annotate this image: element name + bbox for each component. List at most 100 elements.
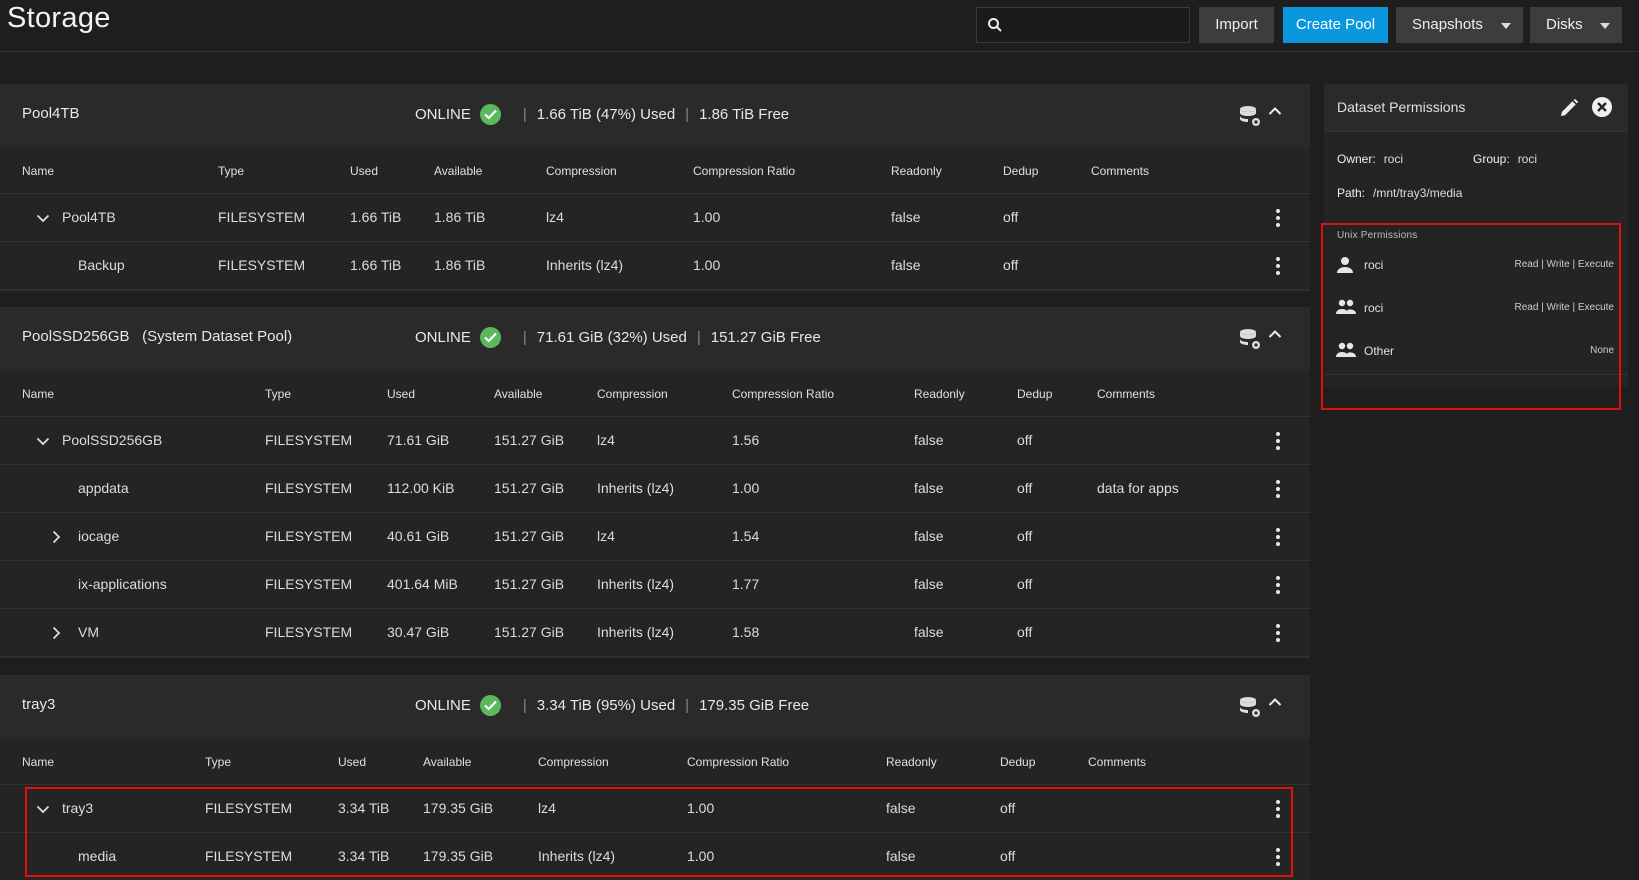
online-check-icon [479,327,501,348]
more-vert-icon[interactable] [1276,624,1280,642]
cell-available: 151.27 GiB [494,576,565,592]
owner-label: Owner: [1337,152,1376,166]
collapse-chevron-icon[interactable] [1268,106,1282,116]
table-header: Name Type Used Available Compression Com… [0,148,1310,194]
more-vert-icon[interactable] [1276,848,1280,866]
col-comments[interactable]: Comments [1088,755,1146,769]
cell-ratio: 1.56 [732,432,760,448]
cell-compression: Inherits (lz4) [597,480,675,496]
col-readonly[interactable]: Readonly [891,164,942,178]
pool-free: 179.35 GiB Free [699,697,810,714]
col-compression[interactable]: Compression [597,387,668,401]
owner-value: roci [1383,152,1404,166]
dataset-permissions-panel: Dataset Permissions Owner: roci Group: roc… [1324,84,1628,387]
edit-pencil-icon[interactable] [1559,98,1579,118]
cell-dedup: off [1000,800,1016,816]
col-readonly[interactable]: Readonly [914,387,965,401]
col-dedup[interactable]: Dedup [1003,164,1038,178]
table-row[interactable]: Pool4TB FILESYSTEM 1.66 TiB 1.86 TiB lz4… [0,194,1310,242]
cell-ratio: 1.54 [732,528,760,544]
page-title: Storage [7,2,111,34]
table-row[interactable]: tray3 FILESYSTEM 3.34 TiB 179.35 GiB lz4… [0,785,1310,833]
pool-settings-icon[interactable] [1238,327,1262,351]
chevron-down-icon[interactable] [36,805,50,814]
table-row[interactable]: media FILESYSTEM 3.34 TiB 179.35 GiB Inh… [0,833,1310,880]
more-vert-icon[interactable] [1276,209,1280,227]
more-vert-icon[interactable] [1276,480,1280,498]
col-available[interactable]: Available [494,387,542,401]
close-icon[interactable] [1592,97,1612,117]
more-vert-icon[interactable] [1276,432,1280,450]
disks-button[interactable]: Disks [1530,7,1622,43]
chevron-down-icon[interactable] [36,437,50,446]
table-row[interactable]: appdata FILESYSTEM 112.00 KiB 151.27 GiB… [0,465,1310,513]
pool-settings-icon[interactable] [1238,104,1262,128]
cell-available: 151.27 GiB [494,480,565,496]
pool-status-label: ONLINE [415,697,471,714]
col-compression[interactable]: Compression [546,164,617,178]
col-available[interactable]: Available [423,755,471,769]
col-available[interactable]: Available [434,164,482,178]
create-pool-button[interactable]: Create Pool [1283,7,1388,43]
snapshots-button[interactable]: Snapshots [1396,7,1523,43]
search-input[interactable] [976,7,1190,43]
cell-ratio: 1.00 [687,800,715,816]
pool-used: 71.61 GiB (32%) Used [536,329,687,346]
chevron-right-icon[interactable] [52,530,61,544]
col-compression-ratio[interactable]: Compression Ratio [732,387,834,401]
col-compression-ratio[interactable]: Compression Ratio [693,164,795,178]
more-vert-icon[interactable] [1276,800,1280,818]
cell-readonly: false [914,480,944,496]
import-button[interactable]: Import [1199,7,1274,43]
pool-used: 1.66 TiB (47%) Used [536,106,676,123]
pool-settings-icon[interactable] [1238,695,1262,719]
collapse-chevron-icon[interactable] [1268,329,1282,339]
col-used[interactable]: Used [338,755,366,769]
cell-ratio: 1.00 [687,848,715,864]
permission-rights: Read | Write | Execute [1514,259,1615,270]
col-used[interactable]: Used [387,387,415,401]
col-type[interactable]: Type [218,164,244,178]
col-type[interactable]: Type [265,387,291,401]
cell-dedup: off [1017,624,1033,640]
col-compression[interactable]: Compression [538,755,609,769]
pool-free: 1.86 TiB Free [699,106,790,123]
cell-available: 151.27 GiB [494,432,565,448]
col-type[interactable]: Type [205,755,231,769]
col-readonly[interactable]: Readonly [886,755,937,769]
col-comments[interactable]: Comments [1091,164,1149,178]
more-vert-icon[interactable] [1276,528,1280,546]
more-vert-icon[interactable] [1276,257,1280,275]
group-label: Group: [1473,152,1510,166]
group-icon [1336,299,1356,314]
cell-readonly: false [914,576,944,592]
table-row[interactable]: ix-applications FILESYSTEM 401.64 MiB 15… [0,561,1310,609]
table-row[interactable]: iocage FILESYSTEM 40.61 GiB 151.27 GiB l… [0,513,1310,561]
cell-ratio: 1.00 [732,480,760,496]
table-row[interactable]: PoolSSD256GB FILESYSTEM 71.61 GiB 151.27… [0,417,1310,465]
permission-row-other: Other None [1324,330,1628,374]
permissions-header: Dataset Permissions [1324,84,1628,132]
col-dedup[interactable]: Dedup [1000,755,1035,769]
col-compression-ratio[interactable]: Compression Ratio [687,755,789,769]
table-row[interactable]: VM FILESYSTEM 30.47 GiB 151.27 GiB Inher… [0,609,1310,657]
more-vert-icon[interactable] [1276,576,1280,594]
chevron-down-icon[interactable] [36,214,50,223]
pool-actions [1238,695,1282,719]
col-name[interactable]: Name [22,164,54,178]
cell-compression: Inherits (lz4) [597,624,675,640]
col-comments[interactable]: Comments [1097,387,1155,401]
cell-readonly: false [914,528,944,544]
col-name[interactable]: Name [22,755,54,769]
collapse-chevron-icon[interactable] [1268,697,1282,707]
path-label: Path: [1337,186,1366,200]
cell-dedup: off [1017,480,1033,496]
table-row[interactable]: Backup FILESYSTEM 1.66 TiB 1.86 TiB Inhe… [0,242,1310,290]
col-name[interactable]: Name [22,387,54,401]
cell-type: FILESYSTEM [265,432,353,448]
cell-used: 3.34 TiB [338,848,390,864]
chevron-right-icon[interactable] [52,626,61,640]
col-used[interactable]: Used [350,164,378,178]
cell-compression: Inherits (lz4) [597,576,675,592]
col-dedup[interactable]: Dedup [1017,387,1052,401]
